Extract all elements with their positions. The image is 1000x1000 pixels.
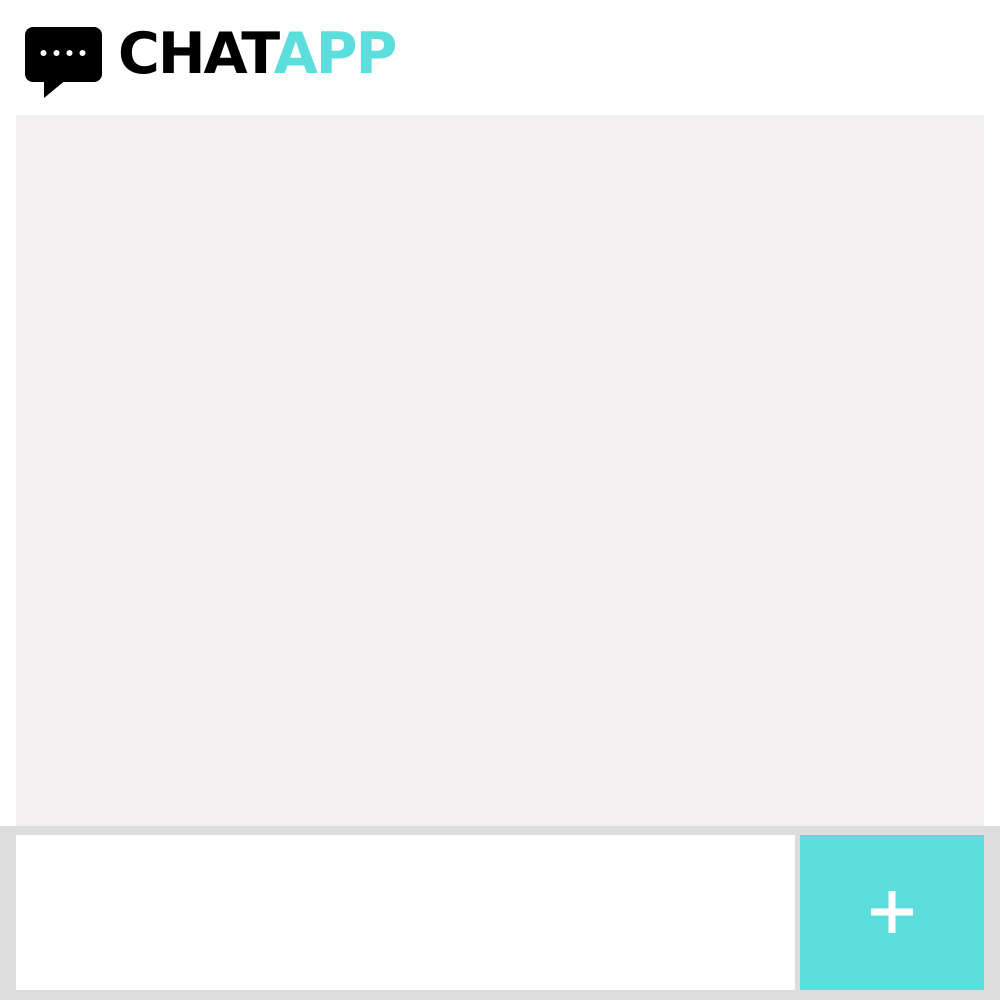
add-button[interactable] — [800, 835, 984, 990]
logo-word-chat: CHAT — [118, 21, 276, 87]
chat-app: CHATAPP — [0, 0, 1000, 1000]
logo-word-app: APP — [273, 21, 398, 87]
app-logo-text: CHATAPP — [118, 21, 398, 87]
message-list[interactable] — [16, 115, 984, 826]
message-composer — [0, 826, 1000, 1000]
plus-icon — [871, 891, 913, 933]
message-input[interactable] — [16, 835, 795, 990]
app-header: CHATAPP — [0, 0, 1000, 115]
chat-bubble-icon — [25, 27, 102, 98]
